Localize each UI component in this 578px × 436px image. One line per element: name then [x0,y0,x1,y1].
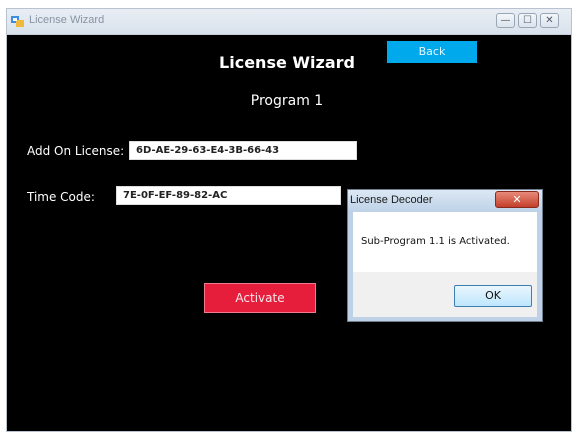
dialog-title-bar[interactable]: License Decoder ✕ [348,190,542,211]
dialog-footer: OK [353,272,537,317]
program-name: Program 1 [250,93,324,109]
dialog-close-button[interactable]: ✕ [495,191,539,208]
add-on-license-field[interactable]: 6D-AE-29-63-E4-3B-66-43 [129,141,357,160]
license-decoder-dialog: License Decoder ✕ Sub-Program 1.1 is Act… [347,189,543,322]
time-code-field[interactable]: 7E-0F-EF-89-82-AC [116,186,341,205]
back-button[interactable]: Back [387,41,477,63]
page-title: License Wizard [219,53,355,72]
maximize-button[interactable]: ☐ [518,13,537,28]
activate-button[interactable]: Activate [204,283,316,313]
minimize-button[interactable]: — [496,13,515,28]
dialog-message: Sub-Program 1.1 is Activated. [361,236,510,247]
add-on-license-label: Add On License: [27,144,125,158]
dialog-title: License Decoder [350,194,433,206]
ok-button[interactable]: OK [454,285,532,307]
title-bar[interactable]: License Wizard — ☐ ✕ [7,9,571,35]
dialog-body: Sub-Program 1.1 is Activated. [353,212,537,272]
close-button[interactable]: ✕ [540,13,559,28]
app-icon [11,14,25,28]
window-title: License Wizard [29,14,105,26]
time-code-label: Time Code: [27,190,95,204]
